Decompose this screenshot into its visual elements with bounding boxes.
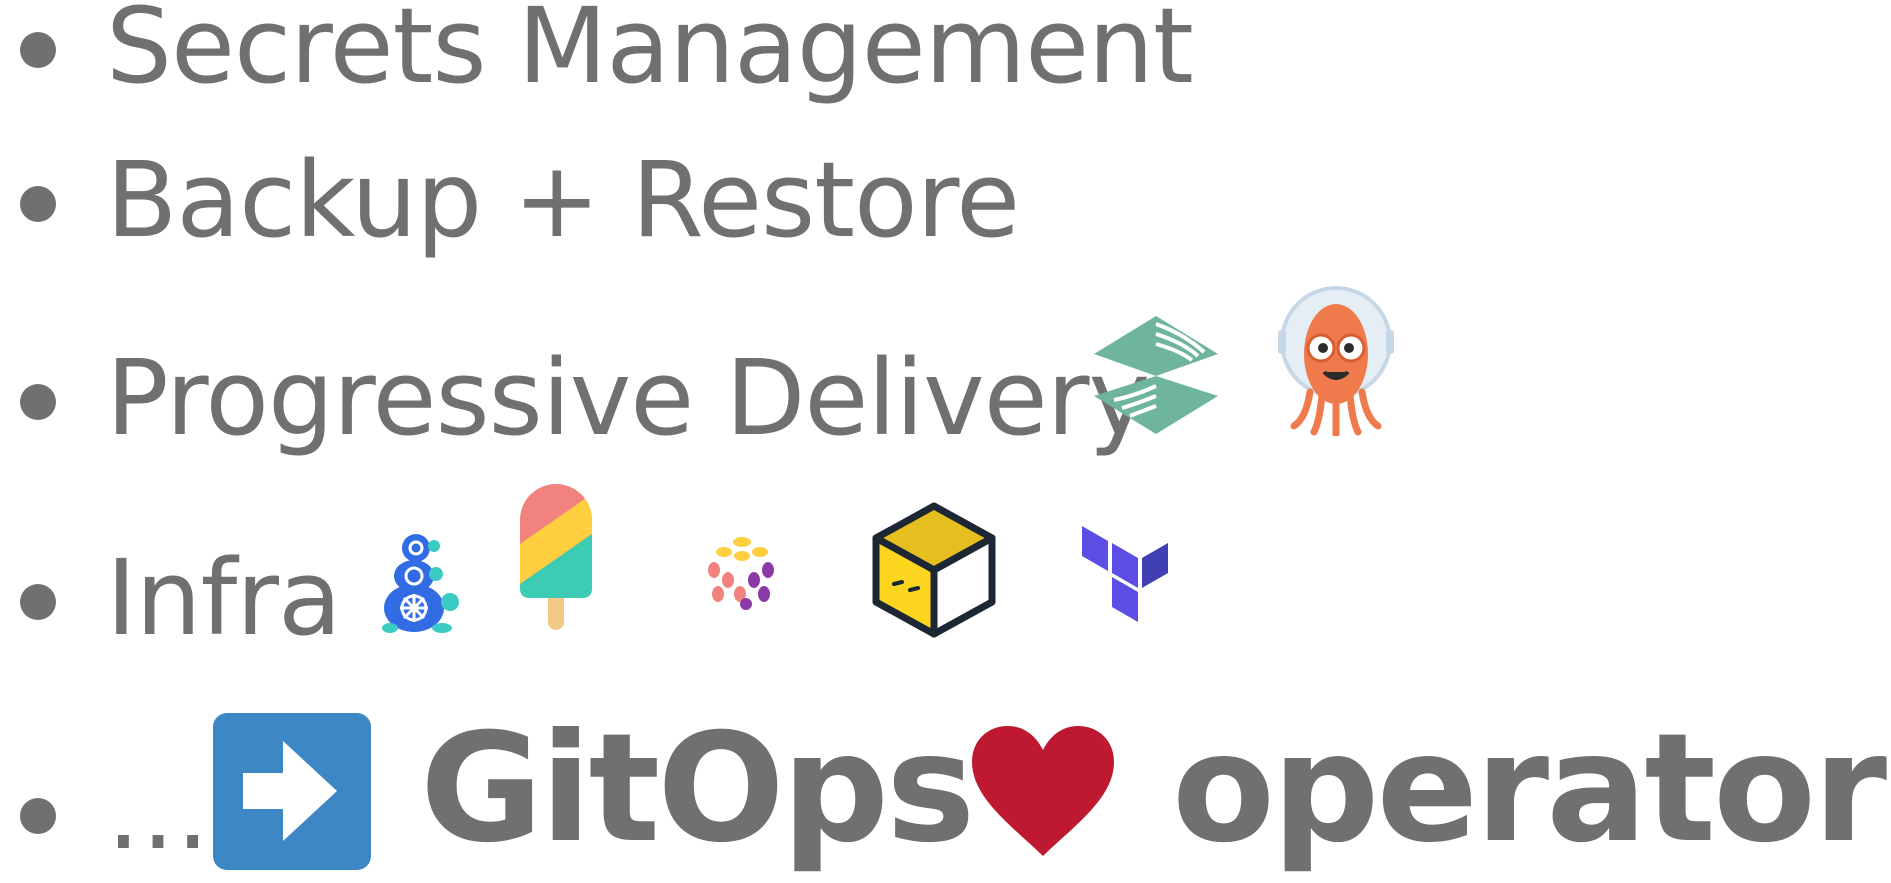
- bullet-dot: [20, 186, 56, 222]
- bullet-label-secrets: Secrets Management: [106, 0, 1194, 107]
- tagline-gitops: GitOps: [420, 702, 975, 876]
- flagger-logo: [1094, 316, 1218, 434]
- bullet-dot: [20, 584, 56, 620]
- bullet-label-progressive: Progressive Delivery: [106, 337, 1150, 459]
- popsicle-logo: [520, 484, 592, 630]
- tagline-operators: operators: [1172, 702, 1891, 876]
- heart-icon: [972, 726, 1114, 856]
- bullet-label-backup: Backup + Restore: [106, 139, 1020, 261]
- bullet-dot: [20, 798, 56, 834]
- cluster-api-turtles-logo: [382, 534, 459, 633]
- bullet-dot: [20, 384, 56, 420]
- argo-logo: [1278, 286, 1394, 436]
- terraform-logo: [1082, 526, 1168, 622]
- arrow-right-icon: [213, 713, 371, 870]
- bullet-label-ellipsis: …: [106, 751, 210, 873]
- box-logo: [872, 502, 996, 638]
- bullet-label-infra: Infra: [106, 537, 342, 659]
- crossplane-dots-logo: [708, 537, 774, 610]
- bullet-dot: [20, 32, 56, 68]
